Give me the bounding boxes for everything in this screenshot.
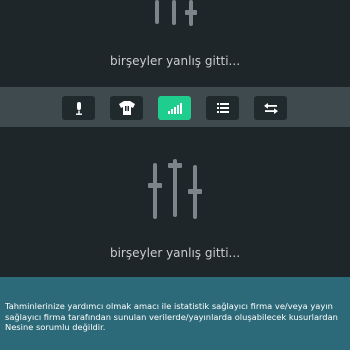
signal-bars-icon <box>167 102 182 114</box>
error-message-top: birşeyler yanlış gitti... <box>109 54 241 68</box>
top-stats-panel: birşeyler yanlış gitti... <box>0 0 350 87</box>
swap-button[interactable] <box>254 96 287 120</box>
microphone-button[interactable] <box>62 96 95 120</box>
jersey-button[interactable] <box>110 96 143 120</box>
stats-toolbar <box>0 87 350 127</box>
sliders-icon <box>155 0 197 26</box>
sliders-icon <box>148 159 202 219</box>
bottom-stats-panel: birşeyler yanlış gitti... <box>0 127 350 277</box>
swap-arrows-icon <box>263 102 278 114</box>
error-message-bottom: birşeyler yanlış gitti... <box>109 246 241 260</box>
disclaimer-banner: Tahminlerinize yardımcı olmak amacı ile … <box>0 277 350 350</box>
jersey-icon <box>118 101 135 115</box>
disclaimer-text: Tahminlerinize yardımcı olmak amacı ile … <box>5 301 338 332</box>
microphone-icon <box>75 101 82 115</box>
statistics-button[interactable] <box>158 96 191 120</box>
list-button[interactable] <box>206 96 239 120</box>
list-icon <box>216 103 229 113</box>
